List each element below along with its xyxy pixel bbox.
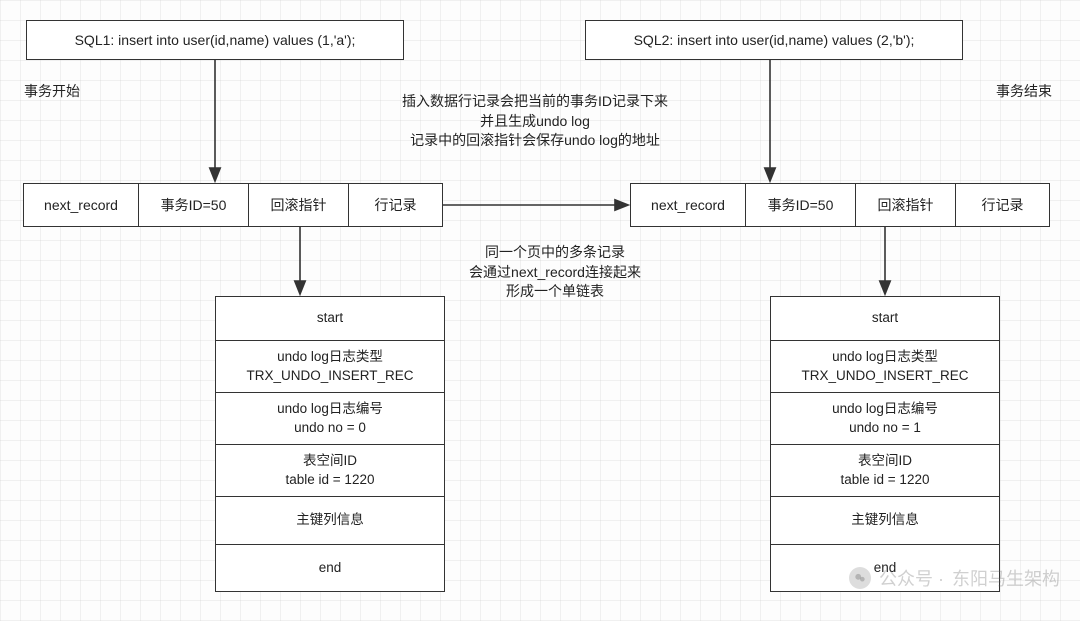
- undo1-start: start: [215, 296, 445, 340]
- row2-cell-rollptr: 回滚指针: [855, 183, 955, 227]
- watermark: 公众号 · 东阳马生架构: [849, 565, 1060, 591]
- undo2-no: undo log日志编号 undo no = 1: [770, 392, 1000, 444]
- row-record-right: next_record 事务ID=50 回滚指针 行记录: [630, 183, 1050, 227]
- row1-cell-txid: 事务ID=50: [138, 183, 248, 227]
- note-top: 插入数据行记录会把当前的事务ID记录下来 并且生成undo log 记录中的回滚…: [375, 92, 695, 151]
- row1-cell-record: 行记录: [348, 183, 443, 227]
- wechat-icon: [849, 567, 871, 589]
- sql1-text: SQL1: insert into user(id,name) values (…: [75, 32, 356, 48]
- undo-log-left: start undo log日志类型 TRX_UNDO_INSERT_REC u…: [215, 296, 445, 592]
- undo1-tableid: 表空间ID table id = 1220: [215, 444, 445, 496]
- note-mid: 同一个页中的多条记录 会通过next_record连接起来 形成一个单链表: [440, 243, 670, 302]
- undo1-type: undo log日志类型 TRX_UNDO_INSERT_REC: [215, 340, 445, 392]
- row1-cell-rollptr: 回滚指针: [248, 183, 348, 227]
- undo2-tableid: 表空间ID table id = 1220: [770, 444, 1000, 496]
- undo-log-right: start undo log日志类型 TRX_UNDO_INSERT_REC u…: [770, 296, 1000, 592]
- tx-end-label: 事务结束: [996, 82, 1052, 102]
- undo1-end: end: [215, 544, 445, 592]
- watermark-prefix: 公众号 ·: [879, 565, 944, 591]
- undo2-pk: 主键列信息: [770, 496, 1000, 544]
- undo2-type: undo log日志类型 TRX_UNDO_INSERT_REC: [770, 340, 1000, 392]
- sql1-box: SQL1: insert into user(id,name) values (…: [26, 20, 404, 60]
- row2-cell-record: 行记录: [955, 183, 1050, 227]
- row2-cell-next: next_record: [630, 183, 745, 227]
- watermark-name: 东阳马生架构: [952, 565, 1060, 591]
- undo1-no: undo log日志编号 undo no = 0: [215, 392, 445, 444]
- tx-start-label: 事务开始: [24, 82, 80, 102]
- row2-cell-txid: 事务ID=50: [745, 183, 855, 227]
- row-record-left: next_record 事务ID=50 回滚指针 行记录: [23, 183, 443, 227]
- undo1-pk: 主键列信息: [215, 496, 445, 544]
- undo2-start: start: [770, 296, 1000, 340]
- row1-cell-next: next_record: [23, 183, 138, 227]
- sql2-box: SQL2: insert into user(id,name) values (…: [585, 20, 963, 60]
- sql2-text: SQL2: insert into user(id,name) values (…: [634, 32, 915, 48]
